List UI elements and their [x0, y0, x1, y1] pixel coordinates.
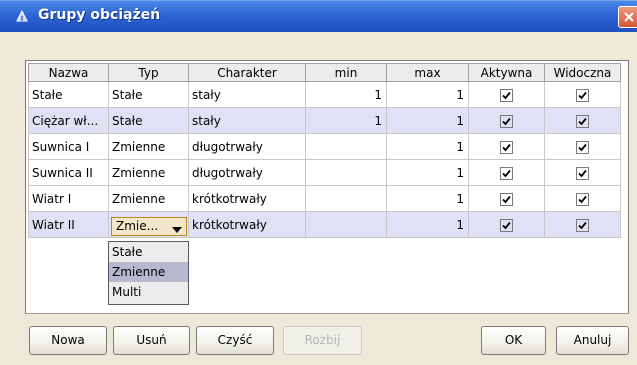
table-row[interactable]: Ciężar wł... Stałe stały 1 1: [28, 107, 621, 134]
cell-min[interactable]: [305, 159, 387, 186]
cell-typ[interactable]: Zmienne: [108, 159, 189, 186]
cell-typ[interactable]: Zmienne: [108, 185, 189, 212]
window-title: Grupy obciążeń: [38, 7, 161, 23]
cell-typ[interactable]: Stałe: [108, 81, 189, 108]
cell-charakter[interactable]: stały: [188, 107, 306, 134]
table-header: Nazwa Typ Charakter min max Aktywna Wido…: [28, 63, 621, 82]
column-header-aktywna[interactable]: Aktywna: [468, 63, 545, 82]
cell-max[interactable]: 1: [386, 81, 469, 108]
cell-aktywna: [468, 133, 545, 160]
cell-charakter[interactable]: długotrwały: [188, 159, 306, 186]
chevron-down-icon[interactable]: [172, 223, 182, 237]
load-group-icon: [14, 8, 30, 24]
checkmark-icon: [502, 91, 511, 99]
cell-aktywna: [468, 211, 545, 238]
widoczna-checkbox[interactable]: [576, 192, 589, 206]
cell-max[interactable]: 1: [386, 185, 469, 212]
delete-button[interactable]: Usuń: [113, 326, 190, 355]
aktywna-checkbox[interactable]: [500, 166, 513, 180]
checkmark-icon: [578, 143, 587, 151]
cell-charakter[interactable]: krótkotrwały: [188, 211, 306, 238]
cell-charakter[interactable]: krótkotrwały: [188, 185, 306, 212]
table-row[interactable]: Wiatr I Zmienne krótkotrwały 1: [28, 185, 621, 212]
checkmark-icon: [578, 169, 587, 177]
cell-min[interactable]: 1: [305, 107, 387, 134]
widoczna-checkbox[interactable]: [576, 140, 589, 154]
cell-nazwa[interactable]: Wiatr I: [28, 185, 109, 212]
table-row[interactable]: Suwnica I Zmienne długotrwały 1: [28, 133, 621, 160]
column-header-max[interactable]: max: [386, 63, 469, 82]
ok-button[interactable]: OK: [481, 326, 546, 355]
load-groups-dialog: Grupy obciążeń Nazwa Typ Charakter min m…: [0, 0, 637, 365]
cell-min[interactable]: [305, 185, 387, 212]
cancel-button[interactable]: Anuluj: [556, 326, 629, 355]
column-header-typ[interactable]: Typ: [108, 63, 189, 82]
split-button[interactable]: Rozbij: [283, 326, 362, 355]
cell-max[interactable]: 1: [386, 107, 469, 134]
cell-aktywna: [468, 81, 545, 108]
checkmark-icon: [502, 117, 511, 125]
cell-widoczna: [544, 159, 621, 186]
cell-aktywna: [468, 185, 545, 212]
widoczna-checkbox[interactable]: [576, 114, 589, 128]
cell-min[interactable]: [305, 211, 387, 238]
dropdown-option-zmienne[interactable]: Zmienne: [109, 262, 188, 282]
cell-nazwa[interactable]: Suwnica I: [28, 133, 109, 160]
widoczna-checkbox[interactable]: [576, 88, 589, 102]
cell-aktywna: [468, 107, 545, 134]
checkmark-icon: [578, 117, 587, 125]
type-combobox[interactable]: Zmie...: [111, 217, 187, 236]
aktywna-checkbox[interactable]: [500, 218, 513, 232]
cell-widoczna: [544, 211, 621, 238]
dropdown-option-multi[interactable]: Multi: [109, 282, 188, 302]
checkmark-icon: [578, 221, 587, 229]
cell-max[interactable]: 1: [386, 133, 469, 160]
cell-max[interactable]: 1: [386, 159, 469, 186]
table-row[interactable]: Stałe Stałe stały 1 1: [28, 81, 621, 108]
checkmark-icon: [502, 143, 511, 151]
cell-widoczna: [544, 133, 621, 160]
cell-nazwa[interactable]: Suwnica II: [28, 159, 109, 186]
column-header-charakter[interactable]: Charakter: [188, 63, 306, 82]
column-header-nazwa[interactable]: Nazwa: [28, 63, 109, 82]
cell-typ[interactable]: Zmienne: [108, 133, 189, 160]
checkmark-icon: [502, 221, 511, 229]
cell-nazwa[interactable]: Ciężar wł...: [28, 107, 109, 134]
type-combobox-value: Zmie...: [116, 219, 159, 233]
cell-charakter[interactable]: stały: [188, 81, 306, 108]
new-button[interactable]: Nowa: [29, 326, 107, 355]
cell-min[interactable]: 1: [305, 81, 387, 108]
dropdown-option-stale[interactable]: Stałe: [109, 242, 188, 262]
divider: [25, 313, 629, 314]
cell-widoczna: [544, 107, 621, 134]
cell-nazwa[interactable]: Wiatr II: [28, 211, 109, 238]
checkmark-icon: [502, 195, 511, 203]
widoczna-checkbox[interactable]: [576, 218, 589, 232]
column-header-widoczna[interactable]: Widoczna: [544, 63, 621, 82]
type-dropdown-list: Stałe Zmienne Multi: [108, 241, 189, 305]
cell-min[interactable]: [305, 133, 387, 160]
checkmark-icon: [578, 91, 587, 99]
cell-max[interactable]: 1: [386, 211, 469, 238]
checkmark-icon: [578, 195, 587, 203]
cell-widoczna: [544, 81, 621, 108]
cell-charakter[interactable]: długotrwały: [188, 133, 306, 160]
cell-widoczna: [544, 185, 621, 212]
cell-typ[interactable]: Stałe: [108, 107, 189, 134]
column-header-min[interactable]: min: [305, 63, 387, 82]
title-bar[interactable]: Grupy obciążeń: [0, 0, 637, 32]
close-button[interactable]: [618, 6, 637, 28]
cell-aktywna: [468, 159, 545, 186]
cell-nazwa[interactable]: Stałe: [28, 81, 109, 108]
aktywna-checkbox[interactable]: [500, 192, 513, 206]
aktywna-checkbox[interactable]: [500, 114, 513, 128]
aktywna-checkbox[interactable]: [500, 88, 513, 102]
aktywna-checkbox[interactable]: [500, 140, 513, 154]
table-row[interactable]: Suwnica II Zmienne długotrwały 1: [28, 159, 621, 186]
clear-button[interactable]: Czyść: [196, 326, 274, 355]
widoczna-checkbox[interactable]: [576, 166, 589, 180]
checkmark-icon: [502, 169, 511, 177]
